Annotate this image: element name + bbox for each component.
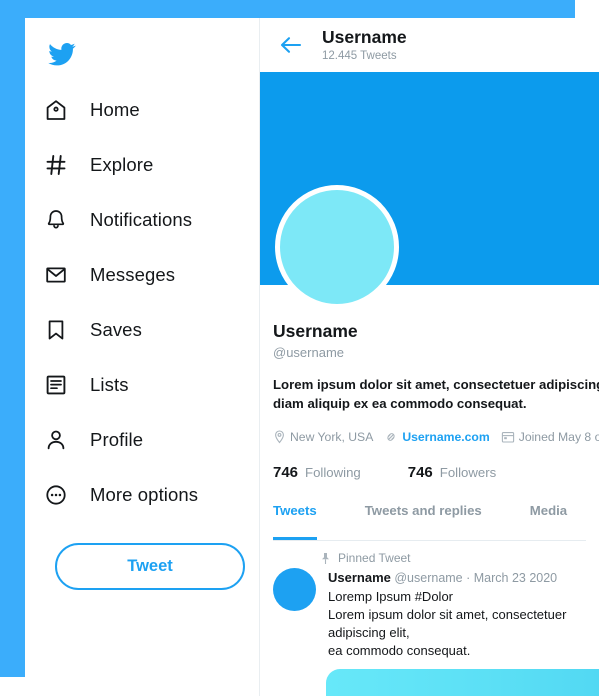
sidebar-item-profile[interactable]: Profile bbox=[25, 412, 259, 467]
tab-tweets-and-replies[interactable]: Tweets and replies bbox=[365, 503, 482, 540]
app-root: Home Explore Notifications Messeges Save… bbox=[0, 0, 599, 696]
sidebar-item-label: Profile bbox=[90, 428, 144, 450]
sidebar-item-more-options[interactable]: More options bbox=[25, 467, 259, 522]
profile-tabs: Tweets Tweets and replies Media bbox=[273, 503, 586, 541]
stat-following[interactable]: 746 Following bbox=[273, 464, 361, 481]
tweet-text: Lorem ipsum dolor sit amet, consectetuer… bbox=[328, 606, 586, 660]
profile-body: Username @username Lorem ipsum dolor sit… bbox=[260, 321, 599, 541]
stat-count: 746 bbox=[273, 464, 299, 481]
tweet-text-line: ea commodo consequat. bbox=[328, 643, 471, 658]
tweet-handle-date: @username · March 23 2020 bbox=[394, 571, 558, 585]
sidebar-nav: Home Explore Notifications Messeges Save… bbox=[25, 82, 259, 522]
stat-label: Following bbox=[305, 465, 361, 480]
location-item: New York, USA bbox=[273, 430, 373, 444]
page-title: Username bbox=[322, 26, 407, 47]
bio: Lorem ipsum dolor sit amet, consectetuer… bbox=[273, 375, 599, 413]
bio-line: diam aliquip ex ea commodo consequat. bbox=[273, 396, 527, 411]
sidebar-item-notifications[interactable]: Notifications bbox=[25, 192, 259, 247]
sidebar-item-messages[interactable]: Messeges bbox=[25, 247, 259, 302]
sidebar-item-label: Messeges bbox=[90, 263, 176, 285]
envelope-icon bbox=[39, 258, 73, 292]
sidebar-item-label: Explore bbox=[90, 153, 154, 175]
person-icon bbox=[39, 423, 73, 457]
bell-icon bbox=[39, 203, 73, 237]
tweet-meta: Username @username · March 23 2020 bbox=[328, 570, 586, 585]
pinned-label: Pinned Tweet bbox=[338, 551, 411, 565]
pinned-label-group: Pinned Tweet bbox=[320, 551, 411, 565]
list-icon bbox=[39, 368, 73, 402]
home-icon bbox=[39, 93, 73, 127]
hashtag-icon bbox=[39, 148, 73, 182]
joined-item: Joined May 8 of 2012 bbox=[501, 430, 599, 444]
link-icon bbox=[384, 430, 398, 444]
stat-count: 746 bbox=[407, 464, 433, 481]
avatar[interactable] bbox=[275, 185, 399, 309]
bookmark-icon bbox=[39, 313, 73, 347]
handle: @username bbox=[273, 345, 345, 360]
back-arrow-icon[interactable] bbox=[278, 32, 304, 58]
header-text-group: Username 12.445 Tweets bbox=[322, 27, 407, 64]
joined-text: Joined May 8 of 2012 bbox=[518, 430, 599, 444]
twitter-bird-logo[interactable] bbox=[40, 34, 84, 74]
more-circle-icon bbox=[39, 478, 73, 512]
sidebar-item-label: Lists bbox=[90, 373, 129, 395]
stat-followers[interactable]: 746 Followers bbox=[408, 464, 496, 481]
bio-line: Lorem ipsum dolor sit amet, consectetuer… bbox=[273, 377, 599, 392]
tweet-author[interactable]: Username bbox=[328, 570, 391, 585]
sidebar-item-label: Saves bbox=[90, 318, 142, 340]
tweet-avatar[interactable] bbox=[273, 568, 316, 611]
pin-icon bbox=[320, 552, 331, 565]
sidebar-item-home[interactable]: Home bbox=[25, 82, 259, 137]
pinned-tweet: Pinned Tweet Username @username · March … bbox=[260, 541, 599, 696]
display-name: Username bbox=[273, 321, 358, 341]
location-pin-icon bbox=[273, 430, 286, 444]
main-column: Username 12.445 Tweets Username @usernam… bbox=[260, 18, 599, 696]
stat-label: Followers bbox=[439, 465, 497, 480]
tweet-title: Loremp Ipsum #Dolor bbox=[328, 589, 453, 604]
decorative-left-bar bbox=[0, 0, 25, 677]
website-item[interactable]: Username.com bbox=[384, 430, 490, 444]
calendar-icon bbox=[501, 430, 515, 444]
decorative-top-bar bbox=[0, 0, 575, 18]
cover-photo[interactable] bbox=[260, 72, 599, 309]
sidebar-item-label: Home bbox=[90, 98, 140, 120]
tweet-media-image[interactable] bbox=[326, 669, 599, 696]
profile-header: Username 12.445 Tweets bbox=[260, 18, 599, 72]
profile-stats: 746 Following 746 Followers bbox=[273, 464, 586, 481]
profile-meta: New York, USA Username.com Joined May 8 … bbox=[273, 430, 599, 444]
tweet-count: 12.445 Tweets bbox=[322, 49, 397, 62]
sidebar-item-label: More options bbox=[90, 483, 199, 505]
tab-media[interactable]: Media bbox=[530, 503, 567, 540]
website-link[interactable]: Username.com bbox=[402, 430, 489, 444]
sidebar-item-label: Notifications bbox=[90, 208, 193, 230]
sidebar-item-lists[interactable]: Lists bbox=[25, 357, 259, 412]
sidebar: Home Explore Notifications Messeges Save… bbox=[25, 18, 260, 696]
sidebar-item-explore[interactable]: Explore bbox=[25, 137, 259, 192]
tab-tweets[interactable]: Tweets bbox=[273, 503, 317, 540]
sidebar-item-saves[interactable]: Saves bbox=[25, 302, 259, 357]
tweet-body: Username @username · March 23 2020 Lorem… bbox=[326, 570, 599, 696]
tweet-text-line: Lorem ipsum dolor sit amet, consectetuer… bbox=[328, 607, 567, 640]
location-text: New York, USA bbox=[290, 430, 374, 444]
tweet-button[interactable]: Tweet bbox=[55, 543, 245, 590]
